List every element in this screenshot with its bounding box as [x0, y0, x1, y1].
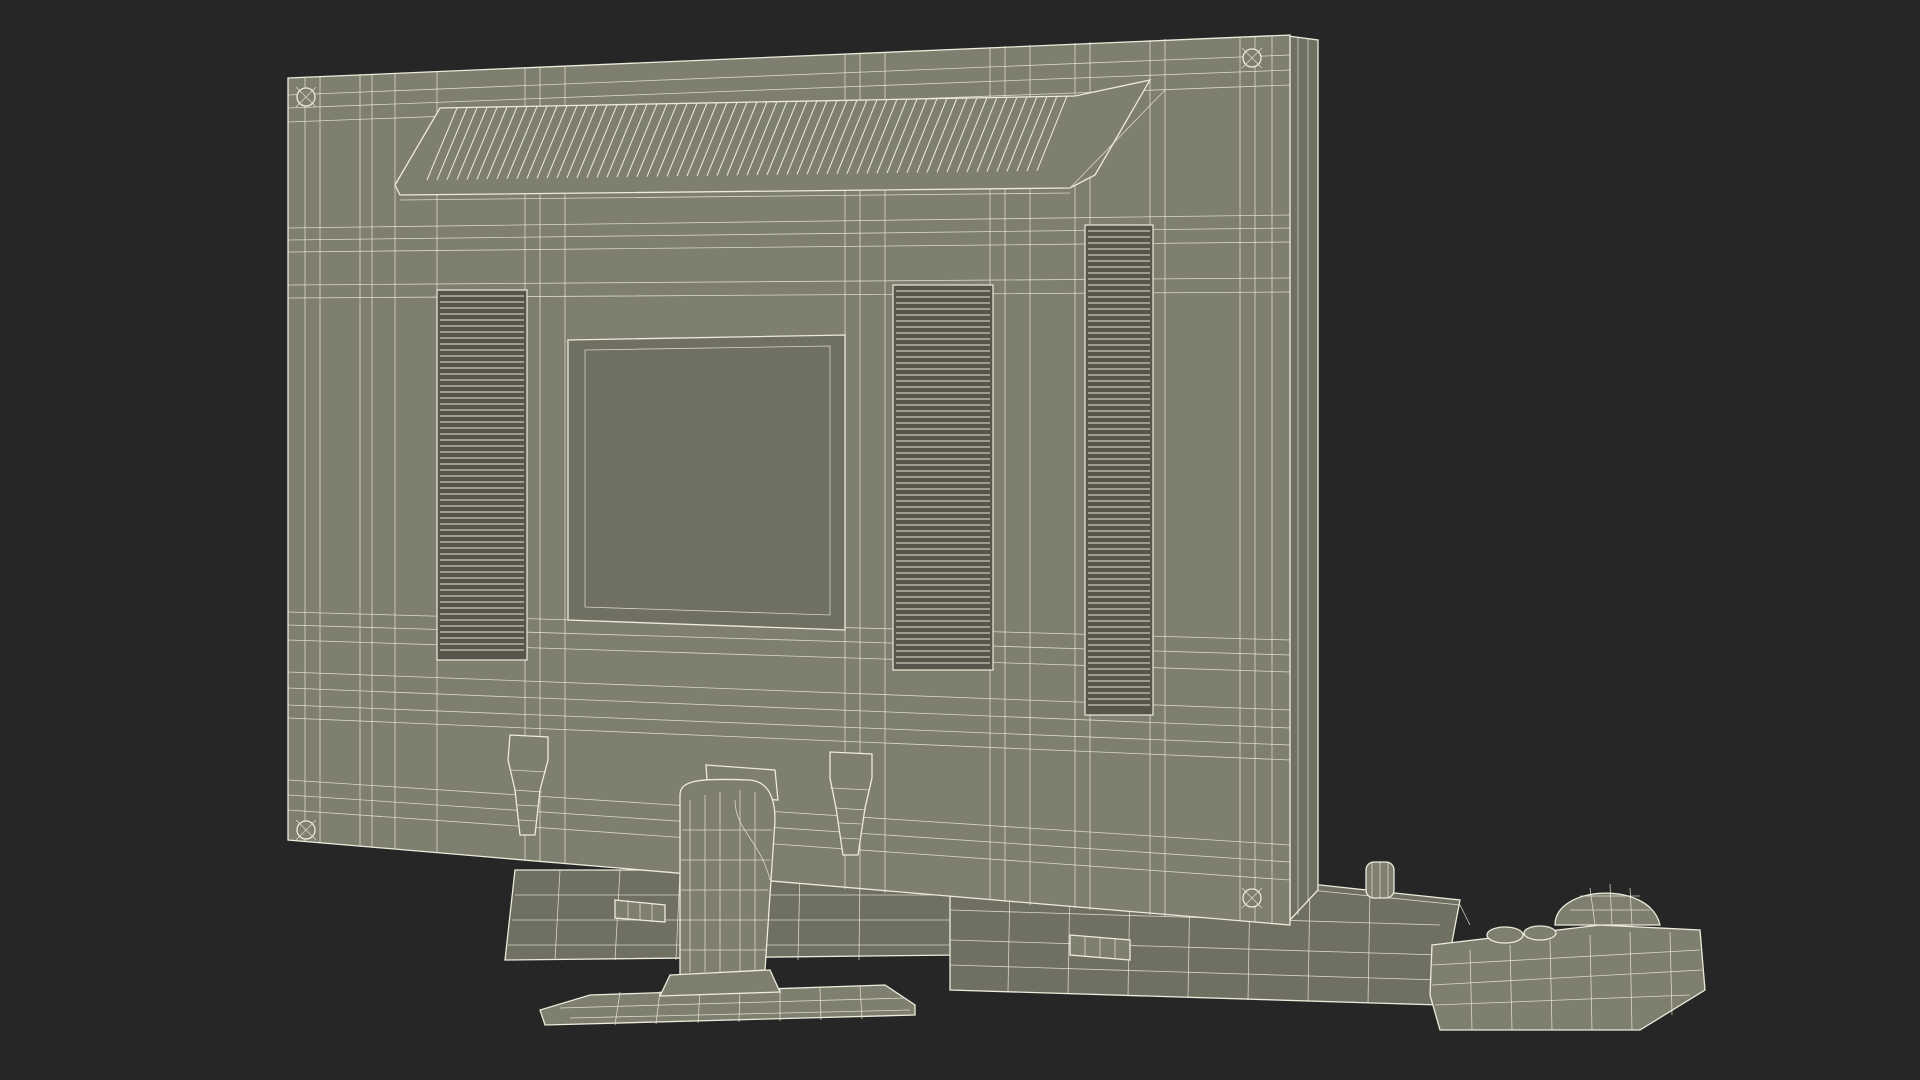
vent-grille-right [1084, 224, 1154, 716]
control-knob [1365, 861, 1395, 899]
vent-grille-left [436, 289, 528, 661]
monitor-side-edge [1287, 35, 1319, 922]
monitor-wireframe-render [287, 34, 1706, 1031]
vesa-mount-panel [567, 334, 846, 631]
joystick-controller [1429, 883, 1706, 1031]
vent-grille-center-right [892, 284, 994, 671]
stand-base [539, 969, 916, 1026]
connector-plug-right [1069, 934, 1131, 961]
stand-neck [679, 764, 779, 976]
